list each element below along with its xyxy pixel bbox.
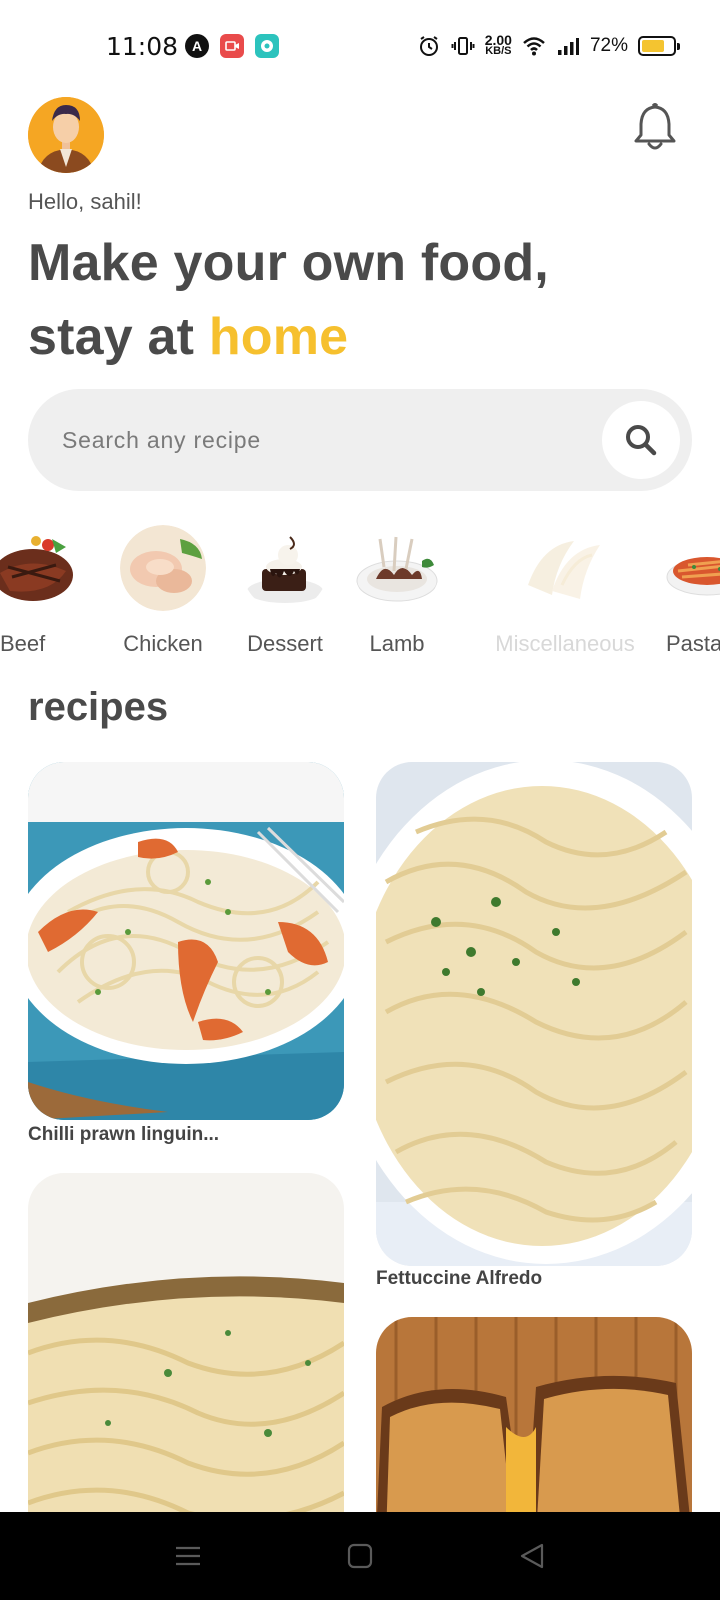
battery-level [642, 40, 664, 52]
miscellaneous-image [522, 525, 608, 611]
lamb-image [354, 525, 440, 611]
vibrate-icon [451, 37, 475, 55]
headline-prefix: stay at [28, 308, 209, 366]
category-label: Lamb [369, 631, 425, 655]
alarm-icon [419, 36, 438, 56]
system-nav-bar [0, 1512, 720, 1600]
back-triangle-icon[interactable] [516, 1540, 548, 1572]
signal-icon [557, 38, 579, 55]
recipe-card-image[interactable] [376, 1317, 692, 1537]
recipe-card-image[interactable] [376, 762, 692, 1266]
pasta-image [664, 525, 720, 611]
chat-app-icon [255, 34, 279, 58]
category-label: Beef [0, 631, 46, 655]
dessert-image [242, 525, 328, 611]
home-square-icon[interactable] [344, 1540, 376, 1572]
headline-line-2: stay at home [28, 300, 549, 374]
battery-icon [638, 36, 680, 56]
beef-image [0, 525, 76, 611]
recipe-card-image[interactable] [28, 762, 344, 1120]
category-pasta[interactable]: Pasta [652, 525, 720, 655]
recipe-card-title[interactable]: Fettuccine Alfredo [376, 1268, 542, 1290]
category-chicken[interactable]: Chicken [108, 525, 218, 655]
search-button[interactable] [602, 401, 680, 479]
headline-accent: home [208, 308, 349, 366]
search-bar [28, 389, 692, 491]
page-headline: Make your own food, stay at home [28, 226, 549, 374]
greeting-text: Hello, sahil! [28, 189, 142, 214]
recipe-card-image[interactable] [28, 1173, 344, 1533]
wifi-icon [523, 37, 545, 56]
category-label: Pasta [666, 631, 720, 655]
status-time: 11:08 [106, 32, 179, 61]
category-list: Beef Chicken Dessert Lamb Miscellaneous … [0, 525, 720, 655]
network-speed: 2.00 KB/S [485, 33, 512, 57]
chicken-image [120, 525, 206, 611]
app-notification-icon: A [185, 34, 209, 58]
category-dessert[interactable]: Dessert [230, 525, 340, 655]
search-input[interactable] [62, 389, 582, 491]
network-speed-unit: KB/S [485, 45, 512, 57]
user-avatar-icon[interactable] [28, 97, 104, 173]
status-bar: 11:08 A 2.00 KB/S 72% [0, 0, 720, 92]
category-label: Chicken [123, 631, 203, 655]
bell-icon[interactable] [632, 102, 678, 152]
category-label: Miscellaneous [495, 631, 635, 655]
headline-line-1: Make your own food, [28, 234, 549, 292]
search-icon [626, 425, 657, 456]
battery-percent: 72% [589, 35, 628, 56]
category-lamb[interactable]: Lamb [342, 525, 452, 655]
menu-icon[interactable] [172, 1540, 204, 1572]
video-app-icon [220, 34, 244, 58]
recipe-card-title[interactable]: Chilli prawn linguin... [28, 1124, 219, 1146]
category-miscellaneous[interactable]: Miscellaneous [472, 525, 658, 655]
recipes-section-title: recipes [28, 685, 169, 729]
category-label: Dessert [247, 631, 323, 655]
category-beef[interactable]: Beef [0, 525, 88, 655]
